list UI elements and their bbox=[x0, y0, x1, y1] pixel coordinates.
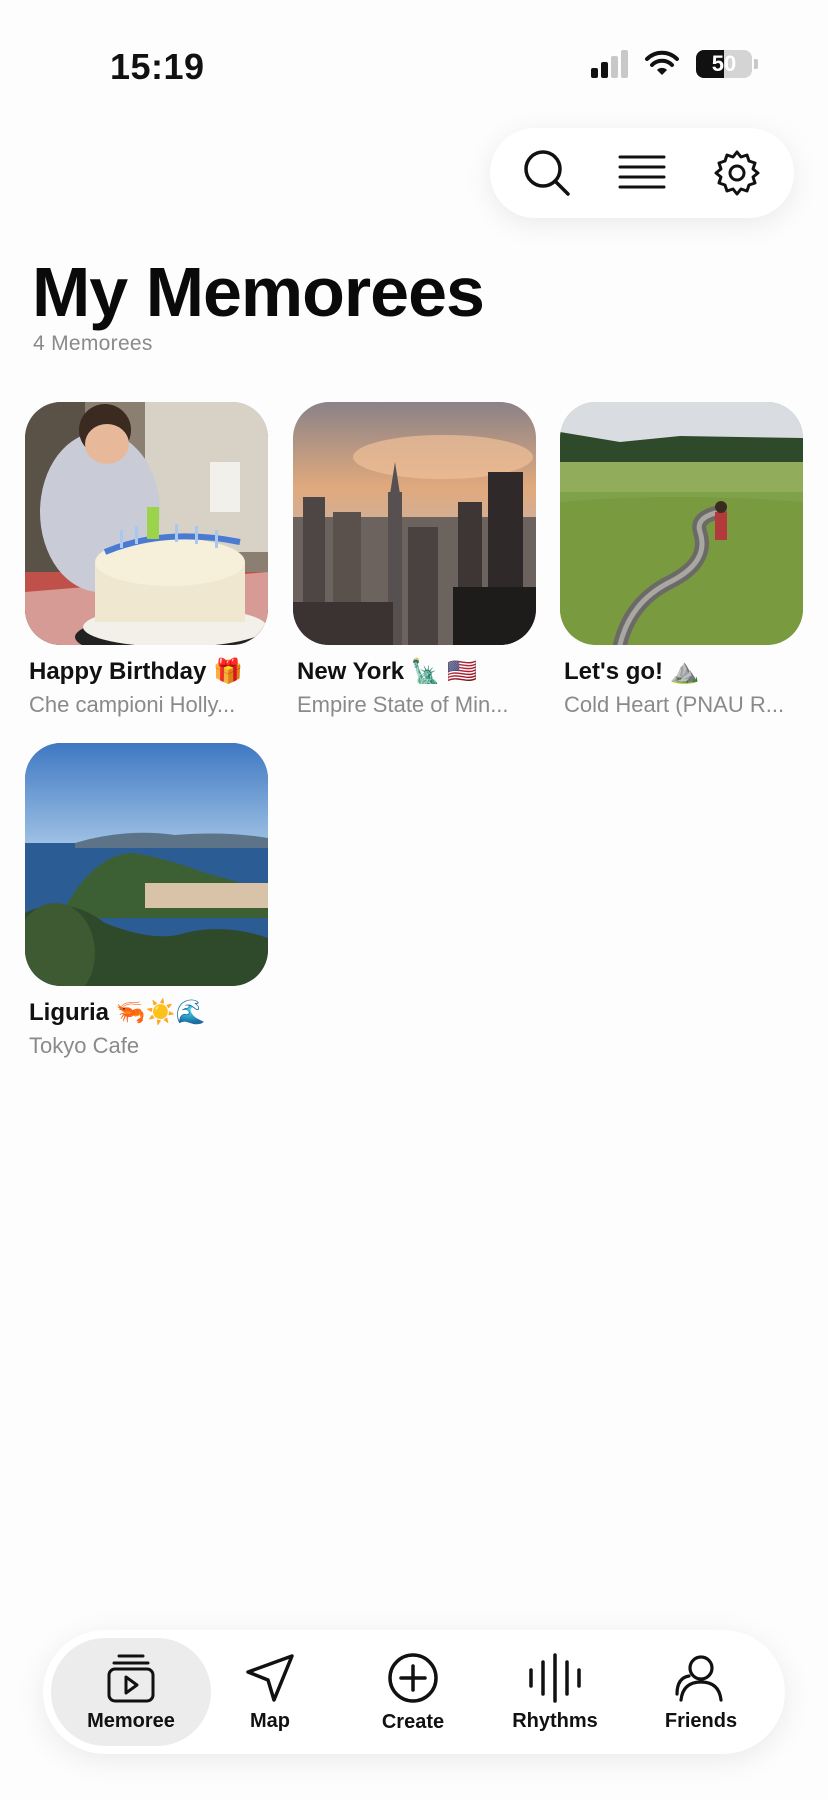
tab-label: Rhythms bbox=[512, 1709, 598, 1732]
friends-icon bbox=[675, 1654, 723, 1702]
memoree-icon bbox=[107, 1654, 155, 1702]
memoree-card-lets-go[interactable]: Let's go! ⛰️ Cold Heart (PNAU R... bbox=[560, 402, 803, 718]
liguria-coast-photo bbox=[25, 743, 268, 986]
create-plus-icon bbox=[388, 1652, 438, 1703]
bottom-tab-bar: Memoree Map Create Rhythms Friends bbox=[43, 1630, 785, 1754]
status-indicators: 50 bbox=[591, 50, 758, 78]
tab-map[interactable]: Map bbox=[200, 1638, 340, 1746]
tab-create[interactable]: Create bbox=[343, 1638, 483, 1746]
memoree-song: Empire State of Min... bbox=[297, 692, 509, 717]
rhythms-waveform-icon bbox=[529, 1652, 581, 1703]
list-icon bbox=[618, 155, 666, 189]
memorees-screen: 15:19 50 My Memorees 4 Memorees Happy Bi… bbox=[0, 0, 828, 1800]
page-title: My Memorees bbox=[32, 253, 485, 331]
memoree-title: Liguria 🦐☀️🌊 bbox=[29, 999, 206, 1026]
status-time: 15:19 bbox=[110, 46, 205, 87]
tab-memoree[interactable]: Memoree bbox=[51, 1638, 211, 1746]
tab-rhythms[interactable]: Rhythms bbox=[485, 1638, 625, 1746]
tab-label: Map bbox=[250, 1709, 290, 1732]
list-view-button[interactable] bbox=[607, 138, 677, 208]
top-toolbar bbox=[490, 128, 794, 218]
meadow-stream-photo bbox=[560, 402, 803, 645]
memoree-thumbnail[interactable] bbox=[560, 402, 803, 645]
memoree-card-new-york[interactable]: New York 🗽 🇺🇸 Empire State of Min... bbox=[293, 402, 536, 718]
tab-friends[interactable]: Friends bbox=[631, 1638, 771, 1746]
memoree-card-liguria[interactable]: Liguria 🦐☀️🌊 Tokyo Cafe bbox=[25, 743, 268, 1059]
search-icon bbox=[524, 150, 571, 196]
memoree-song: Che campioni Holly... bbox=[29, 692, 236, 717]
map-arrow-icon bbox=[246, 1653, 294, 1702]
memoree-thumbnail[interactable] bbox=[25, 402, 268, 645]
memoree-thumbnail[interactable] bbox=[25, 743, 268, 986]
tab-label: Memoree bbox=[87, 1709, 175, 1732]
memoree-title: Happy Birthday 🎁 bbox=[29, 658, 243, 685]
memoree-title: Let's go! ⛰️ bbox=[564, 658, 700, 685]
search-button[interactable] bbox=[512, 138, 582, 208]
settings-button[interactable] bbox=[702, 138, 772, 208]
new-york-skyline-photo bbox=[293, 402, 536, 645]
memoree-song: Cold Heart (PNAU R... bbox=[564, 692, 785, 717]
tab-label: Friends bbox=[664, 1709, 738, 1732]
memoree-title: New York 🗽 🇺🇸 bbox=[297, 658, 478, 685]
memoree-card-birthday[interactable]: Happy Birthday 🎁 Che campioni Holly... bbox=[25, 402, 268, 718]
memoree-song: Tokyo Cafe bbox=[29, 1033, 140, 1058]
cellular-signal-icon bbox=[591, 50, 628, 78]
birthday-photo bbox=[25, 402, 268, 645]
battery-percentage: 50 bbox=[711, 51, 737, 76]
tab-label: Create bbox=[381, 1710, 445, 1733]
wifi-icon bbox=[645, 50, 679, 75]
memorees-count: 4 Memorees bbox=[33, 332, 153, 355]
battery-indicator: 50 bbox=[696, 50, 752, 78]
settings-gear-icon bbox=[714, 150, 760, 196]
memoree-thumbnail[interactable] bbox=[293, 402, 536, 645]
